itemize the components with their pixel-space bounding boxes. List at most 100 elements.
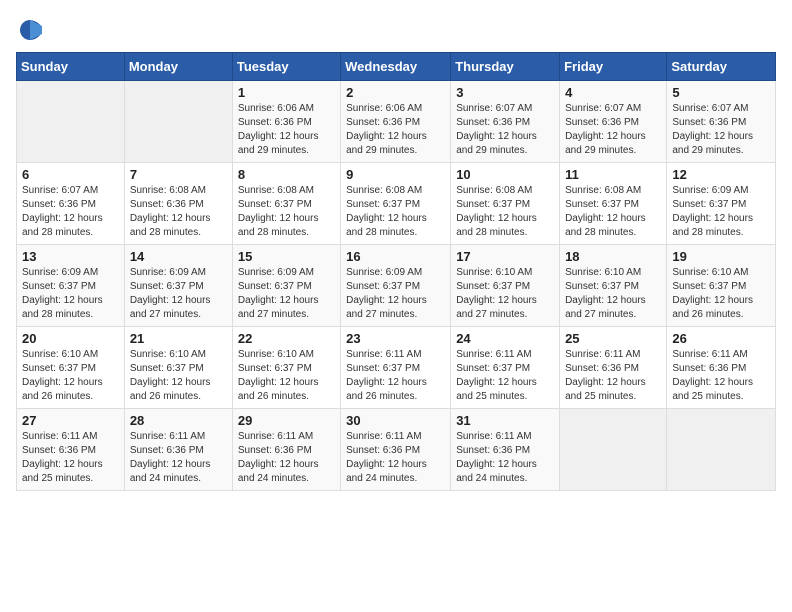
day-number: 4 (565, 85, 661, 100)
logo-icon (16, 16, 44, 44)
day-number: 1 (238, 85, 335, 100)
day-number: 16 (346, 249, 445, 264)
day-number: 21 (130, 331, 227, 346)
day-number: 27 (22, 413, 119, 428)
day-info: Sunrise: 6:08 AMSunset: 6:37 PMDaylight:… (346, 184, 445, 240)
calendar-cell: 14 Sunrise: 6:09 AMSunset: 6:37 PMDayligh… (124, 245, 232, 327)
day-number: 18 (565, 249, 661, 264)
calendar-week-5: 27 Sunrise: 6:11 AMSunset: 6:36 PMDayligh… (17, 409, 776, 491)
day-number: 14 (130, 249, 227, 264)
calendar-cell: 8 Sunrise: 6:08 AMSunset: 6:37 PMDaylight… (232, 163, 340, 245)
calendar-cell: 16 Sunrise: 6:09 AMSunset: 6:37 PMDayligh… (341, 245, 451, 327)
day-number: 30 (346, 413, 445, 428)
calendar-cell: 17Sunrise: 6:10 AMSunset: 6:37 PMDayligh… (451, 245, 560, 327)
calendar-cell: 22Sunrise: 6:10 AMSunset: 6:37 PMDayligh… (232, 327, 340, 409)
day-info: Sunrise: 6:08 AMSunset: 6:37 PMDaylight:… (456, 184, 554, 240)
day-info: Sunrise: 6:10 AMSunset: 6:37 PMDaylight:… (672, 266, 770, 322)
day-info: Sunrise: 6:09 AMSunset: 6:37 PMDaylight:… (672, 184, 770, 240)
day-info: Sunrise: 6:11 AMSunset: 6:36 PMDaylight:… (22, 430, 119, 486)
header-sunday: Sunday (17, 53, 125, 81)
day-info: Sunrise: 6:09 AMSunset: 6:37 PMDaylight:… (346, 266, 445, 322)
day-info: Sunrise: 6:11 AMSunset: 6:37 PMDaylight:… (456, 348, 554, 404)
day-number: 25 (565, 331, 661, 346)
calendar-week-3: 13 Sunrise: 6:09 AMSunset: 6:37 PMDayligh… (17, 245, 776, 327)
day-info: Sunrise: 6:11 AMSunset: 6:36 PMDaylight:… (346, 430, 445, 486)
day-info: Sunrise: 6:07 AMSunset: 6:36 PMDaylight:… (456, 102, 554, 158)
day-info: Sunrise: 6:11 AMSunset: 6:36 PMDaylight:… (672, 348, 770, 404)
day-info: Sunrise: 6:07 AMSunset: 6:36 PMDaylight:… (672, 102, 770, 158)
day-number: 11 (565, 167, 661, 182)
header-monday: Monday (124, 53, 232, 81)
day-info: Sunrise: 6:11 AMSunset: 6:36 PMDaylight:… (565, 348, 661, 404)
day-number: 2 (346, 85, 445, 100)
day-number: 26 (672, 331, 770, 346)
day-info: Sunrise: 6:06 AMSunset: 6:36 PMDaylight:… (346, 102, 445, 158)
calendar-cell: 28Sunrise: 6:11 AMSunset: 6:36 PMDayligh… (124, 409, 232, 491)
header-tuesday: Tuesday (232, 53, 340, 81)
calendar-cell: 3 Sunrise: 6:07 AMSunset: 6:36 PMDaylight… (451, 81, 560, 163)
calendar-cell: 29 Sunrise: 6:11 AMSunset: 6:36 PMDayligh… (232, 409, 340, 491)
calendar-table: SundayMondayTuesdayWednesdayThursdayFrid… (16, 52, 776, 491)
calendar-cell: 30 Sunrise: 6:11 AMSunset: 6:36 PMDayligh… (341, 409, 451, 491)
day-number: 22 (238, 331, 335, 346)
header-saturday: Saturday (667, 53, 776, 81)
day-number: 9 (346, 167, 445, 182)
day-info: Sunrise: 6:11 AMSunset: 6:36 PMDaylight:… (456, 430, 554, 486)
calendar-cell: 27 Sunrise: 6:11 AMSunset: 6:36 PMDayligh… (17, 409, 125, 491)
calendar-cell: 13 Sunrise: 6:09 AMSunset: 6:37 PMDayligh… (17, 245, 125, 327)
day-info: Sunrise: 6:08 AMSunset: 6:37 PMDaylight:… (565, 184, 661, 240)
calendar-cell: 20 Sunrise: 6:10 AMSunset: 6:37 PMDayligh… (17, 327, 125, 409)
calendar-cell (560, 409, 667, 491)
page-header (16, 16, 776, 44)
calendar-cell: 1Sunrise: 6:06 AMSunset: 6:36 PMDaylight… (232, 81, 340, 163)
calendar-cell: 21 Sunrise: 6:10 AMSunset: 6:37 PMDayligh… (124, 327, 232, 409)
day-number: 23 (346, 331, 445, 346)
day-info: Sunrise: 6:10 AMSunset: 6:37 PMDaylight:… (456, 266, 554, 322)
calendar-week-4: 20 Sunrise: 6:10 AMSunset: 6:37 PMDayligh… (17, 327, 776, 409)
calendar-cell: 26 Sunrise: 6:11 AMSunset: 6:36 PMDayligh… (667, 327, 776, 409)
day-info: Sunrise: 6:08 AMSunset: 6:37 PMDaylight:… (238, 184, 335, 240)
day-number: 29 (238, 413, 335, 428)
calendar-cell: 7Sunrise: 6:08 AMSunset: 6:36 PMDaylight… (124, 163, 232, 245)
calendar-week-1: 1 Sunrise: 6:06 AMSunset: 6:36 PMDaylight… (17, 81, 776, 163)
calendar-cell: 9 Sunrise: 6:08 AMSunset: 6:37 PMDaylight… (341, 163, 451, 245)
calendar-header-row: SundayMondayTuesdayWednesdayThursdayFrid… (17, 53, 776, 81)
calendar-cell: 2 Sunrise: 6:06 AMSunset: 6:36 PMDaylight… (341, 81, 451, 163)
calendar-cell (17, 81, 125, 163)
calendar-cell: 6Sunrise: 6:07 AMSunset: 6:36 PMDaylight… (17, 163, 125, 245)
calendar-cell (124, 81, 232, 163)
day-number: 10 (456, 167, 554, 182)
day-number: 20 (22, 331, 119, 346)
day-number: 7 (130, 167, 227, 182)
calendar-week-2: 6Sunrise: 6:07 AMSunset: 6:36 PMDaylight… (17, 163, 776, 245)
header-friday: Friday (560, 53, 667, 81)
calendar-cell: 31Sunrise: 6:11 AMSunset: 6:36 PMDayligh… (451, 409, 560, 491)
day-info: Sunrise: 6:07 AMSunset: 6:36 PMDaylight:… (22, 184, 119, 240)
calendar-cell: 10 Sunrise: 6:08 AMSunset: 6:37 PMDayligh… (451, 163, 560, 245)
day-info: Sunrise: 6:10 AMSunset: 6:37 PMDaylight:… (130, 348, 227, 404)
header-wednesday: Wednesday (341, 53, 451, 81)
calendar-cell: 18 Sunrise: 6:10 AMSunset: 6:37 PMDayligh… (560, 245, 667, 327)
day-info: Sunrise: 6:11 AMSunset: 6:37 PMDaylight:… (346, 348, 445, 404)
calendar-cell: 4 Sunrise: 6:07 AMSunset: 6:36 PMDaylight… (560, 81, 667, 163)
logo (16, 16, 48, 44)
day-number: 8 (238, 167, 335, 182)
day-number: 24 (456, 331, 554, 346)
day-info: Sunrise: 6:11 AMSunset: 6:36 PMDaylight:… (238, 430, 335, 486)
calendar-cell: 19Sunrise: 6:10 AMSunset: 6:37 PMDayligh… (667, 245, 776, 327)
calendar-cell: 23 Sunrise: 6:11 AMSunset: 6:37 PMDayligh… (341, 327, 451, 409)
calendar-cell: 15Sunrise: 6:09 AMSunset: 6:37 PMDayligh… (232, 245, 340, 327)
day-number: 3 (456, 85, 554, 100)
day-number: 5 (672, 85, 770, 100)
day-number: 13 (22, 249, 119, 264)
day-number: 12 (672, 167, 770, 182)
day-info: Sunrise: 6:09 AMSunset: 6:37 PMDaylight:… (130, 266, 227, 322)
day-info: Sunrise: 6:10 AMSunset: 6:37 PMDaylight:… (565, 266, 661, 322)
day-info: Sunrise: 6:11 AMSunset: 6:36 PMDaylight:… (130, 430, 227, 486)
calendar-cell: 24 Sunrise: 6:11 AMSunset: 6:37 PMDayligh… (451, 327, 560, 409)
day-info: Sunrise: 6:09 AMSunset: 6:37 PMDaylight:… (238, 266, 335, 322)
day-info: Sunrise: 6:09 AMSunset: 6:37 PMDaylight:… (22, 266, 119, 322)
header-thursday: Thursday (451, 53, 560, 81)
day-info: Sunrise: 6:07 AMSunset: 6:36 PMDaylight:… (565, 102, 661, 158)
day-info: Sunrise: 6:10 AMSunset: 6:37 PMDaylight:… (22, 348, 119, 404)
